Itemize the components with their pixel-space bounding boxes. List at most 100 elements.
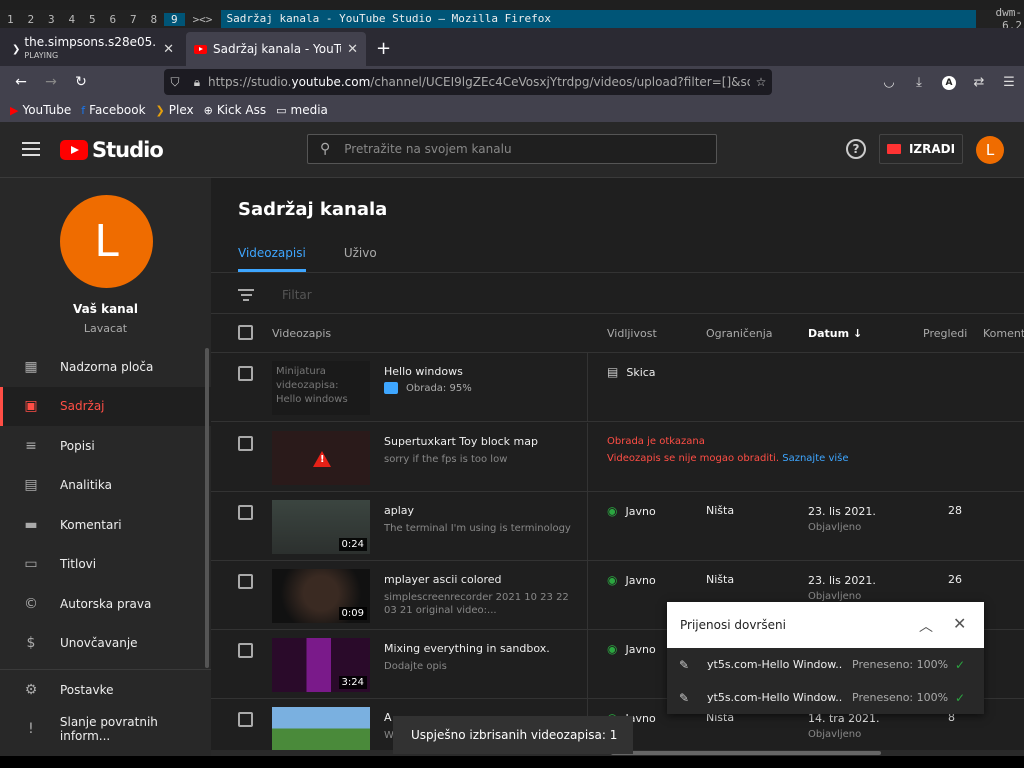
filter-input[interactable]: Filtar xyxy=(282,288,312,302)
table-row[interactable]: Supertuxkart Toy block map sorry if the … xyxy=(211,423,1024,492)
upload-filename[interactable]: yt5s.com-Hello Window... xyxy=(707,691,842,704)
dwm-tag-2[interactable]: 2 xyxy=(21,13,42,26)
upload-item[interactable]: ✎ yt5s.com-Hello Window... Preneseno: 10… xyxy=(667,681,984,714)
url-text[interactable]: https://studio.youtube.com/channel/UCEI9… xyxy=(208,75,750,89)
video-title[interactable]: mplayer ascii colored xyxy=(384,573,574,586)
bookmark-media[interactable]: ▭ media xyxy=(276,103,328,117)
sidebar-item-playlists[interactable]: ≡ Popisi xyxy=(0,426,211,466)
search-placeholder: Pretražite na svojem kanalu xyxy=(344,142,512,156)
bookmark-plex[interactable]: ❯ Plex xyxy=(156,103,194,117)
bookmark-star-icon[interactable]: ☆ xyxy=(750,75,772,89)
pencil-icon[interactable]: ✎ xyxy=(679,658,693,672)
col-comments[interactable]: Koment xyxy=(983,327,1024,340)
bookmark-kick-ass[interactable]: ⊕ Kick Ass xyxy=(204,103,267,117)
channel-avatar[interactable]: L xyxy=(60,195,153,288)
upload-item[interactable]: ✎ yt5s.com-Hello Window... Preneseno: 10… xyxy=(667,648,984,681)
close-icon[interactable]: ✕ xyxy=(953,614,966,633)
extension-icon[interactable]: ⇄ xyxy=(964,75,994,90)
upload-filename[interactable]: yt5s.com-Hello Window... xyxy=(707,658,842,671)
avatar[interactable]: L xyxy=(976,136,1004,164)
video-title[interactable]: Mixing everything in sandbox. xyxy=(384,642,574,655)
close-tab-icon[interactable]: ✕ xyxy=(163,42,174,57)
sidebar-item-copyright[interactable]: © Autorska prava xyxy=(0,584,211,624)
back-arrow-icon[interactable]: ← xyxy=(6,74,36,90)
sidebar-item-content[interactable]: ▣ Sadržaj xyxy=(0,386,211,426)
tab-title: the.simpsons.s28e05. xyxy=(24,36,157,49)
learn-more-link[interactable]: Saznajte više xyxy=(782,453,848,464)
bookmark-facebook[interactable]: f Facebook xyxy=(81,103,145,117)
create-button[interactable]: IZRADI xyxy=(879,134,963,164)
video-thumbnail[interactable]: 0:09 xyxy=(272,569,370,623)
visibility-value[interactable]: ▤ Skica xyxy=(607,365,656,379)
reload-icon[interactable]: ↻ xyxy=(66,74,96,90)
new-tab-icon[interactable]: + xyxy=(376,32,391,66)
search-input[interactable]: ⚲ Pretražite na svojem kanalu xyxy=(307,134,717,164)
visibility-value[interactable]: ◉Javno xyxy=(607,642,656,656)
visibility-value[interactable]: ◉Javno xyxy=(607,504,656,518)
col-views[interactable]: Pregledi xyxy=(923,327,967,340)
video-thumbnail[interactable]: 3:24 xyxy=(272,638,370,692)
row-checkbox[interactable] xyxy=(238,505,253,520)
dwm-tag-3[interactable]: 3 xyxy=(41,13,62,26)
col-date[interactable]: Datum ↓ xyxy=(808,327,862,340)
row-checkbox[interactable] xyxy=(238,574,253,589)
browser-tab-studio[interactable]: Sadržaj kanala - YouTube ✕ xyxy=(186,32,366,66)
sidebar-item-comments[interactable]: ▬ Komentari xyxy=(0,505,211,545)
tab-live[interactable]: Uživo xyxy=(344,238,377,272)
menu-icon[interactable]: ☰ xyxy=(994,75,1024,90)
shield-icon[interactable]: ⛉ xyxy=(164,75,186,90)
tab-videos[interactable]: Videozapisi xyxy=(238,238,306,272)
forward-arrow-icon[interactable]: → xyxy=(36,74,66,90)
dwm-tag-4[interactable]: 4 xyxy=(62,13,83,26)
sidebar-item-feedback[interactable]: ! Slanje povratnih inform... xyxy=(0,710,211,750)
video-title[interactable]: Hello windows xyxy=(384,365,574,378)
col-visibility[interactable]: Vidljivost xyxy=(607,327,657,340)
bookmark-youtube[interactable]: ▶ YouTube xyxy=(10,103,71,117)
video-thumbnail[interactable] xyxy=(272,431,370,485)
sidebar-item-monetization[interactable]: $ Unovčavanje xyxy=(0,624,211,664)
video-title[interactable]: aplay xyxy=(384,504,574,517)
dwm-tag-6[interactable]: 6 xyxy=(103,13,124,26)
lock-icon[interactable]: 🔒︎ xyxy=(186,75,208,90)
row-checkbox[interactable] xyxy=(238,643,253,658)
close-tab-icon[interactable]: ✕ xyxy=(347,42,358,57)
visibility-value[interactable]: ◉Javno xyxy=(607,573,656,587)
sidebar-scrollbar[interactable] xyxy=(205,348,209,668)
studio-logo[interactable]: Studio xyxy=(60,138,164,162)
row-checkbox[interactable] xyxy=(238,366,253,381)
uploads-panel-header: Prijenosi dovršeni ︿ ✕ xyxy=(667,602,984,648)
dwm-tag-5[interactable]: 5 xyxy=(82,13,103,26)
row-checkbox[interactable] xyxy=(238,712,253,727)
pocket-icon[interactable]: ◡ xyxy=(874,75,904,90)
table-row[interactable]: 0:24 aplay The terminal I'm using is ter… xyxy=(211,492,1024,561)
sidebar-item-analytics[interactable]: ▤ Analitika xyxy=(0,466,211,506)
account-icon[interactable]: A xyxy=(934,74,964,90)
chevron-up-icon[interactable]: ︿ xyxy=(919,616,933,636)
filter-icon[interactable] xyxy=(238,286,254,304)
hamburger-menu-icon[interactable] xyxy=(22,142,40,156)
select-all-checkbox[interactable] xyxy=(238,325,253,340)
video-title[interactable]: Supertuxkart Toy block map xyxy=(384,435,574,448)
channel-handle: Lavacat xyxy=(83,322,128,335)
browser-tab-simpsons[interactable]: ❯ the.simpsons.s28e05. PLAYING ✕ xyxy=(4,32,182,66)
table-row[interactable]: Minijatura videozapisa: Hello windows He… xyxy=(211,353,1024,422)
sidebar-item-subtitles[interactable]: ▭ Titlovi xyxy=(0,545,211,585)
col-restrictions[interactable]: Ograničenja xyxy=(706,327,773,340)
row-checkbox[interactable] xyxy=(238,436,253,451)
dwm-tag-1[interactable]: 1 xyxy=(0,13,21,26)
pencil-icon[interactable]: ✎ xyxy=(679,691,693,705)
dwm-tag-8[interactable]: 8 xyxy=(144,13,165,26)
video-thumbnail[interactable] xyxy=(272,707,370,756)
col-video[interactable]: Videozapis xyxy=(272,327,331,340)
dwm-tag-9[interactable]: 9 xyxy=(164,12,185,26)
video-thumbnail[interactable]: 0:24 xyxy=(272,500,370,554)
download-icon[interactable]: ⤓ xyxy=(904,75,934,90)
dwm-tag-7[interactable]: 7 xyxy=(123,13,144,26)
sidebar-item-settings[interactable]: ⚙ Postavke xyxy=(0,670,211,710)
sidebar-item-dashboard[interactable]: ▦ Nadzorna ploča xyxy=(0,347,211,387)
video-thumbnail[interactable]: Minijatura videozapisa: Hello windows xyxy=(272,361,370,415)
url-bar[interactable]: ⛉ 🔒︎ https://studio.youtube.com/channel/… xyxy=(164,69,772,95)
filter-bar[interactable]: Filtar xyxy=(238,286,312,304)
help-icon[interactable]: ? xyxy=(846,139,866,159)
dwm-layout[interactable]: ><> xyxy=(185,13,221,26)
